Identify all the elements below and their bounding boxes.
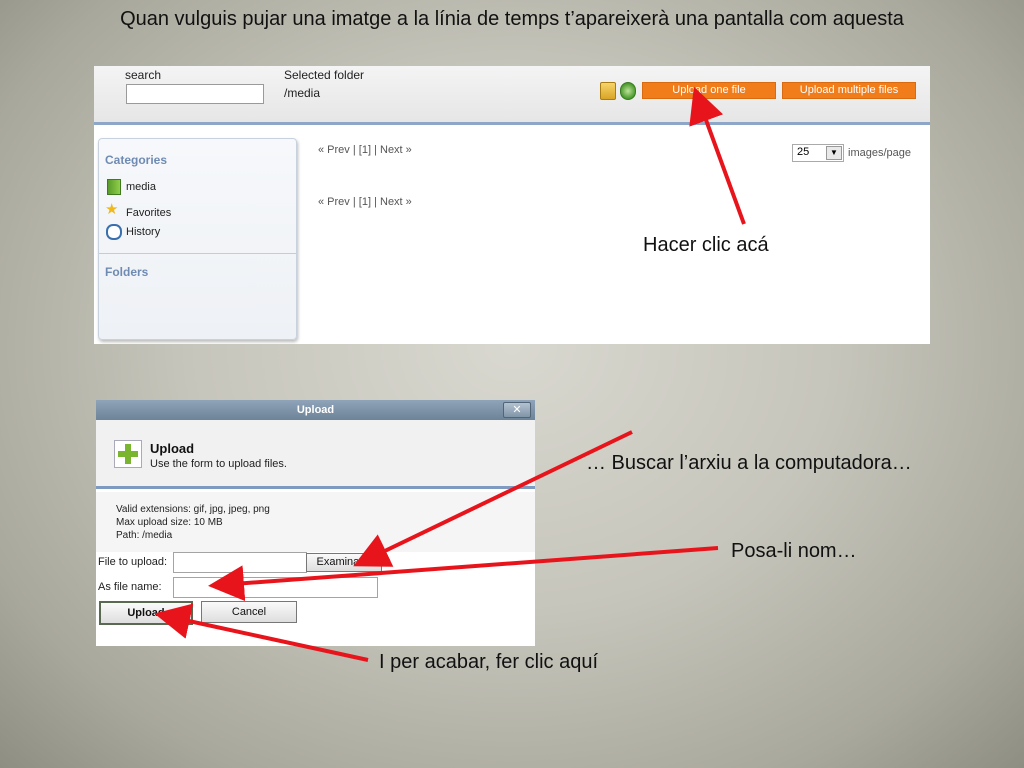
annotation-arrows [154, 86, 746, 662]
arrow-to-file-name [208, 546, 719, 602]
arrow-to-upload-submit [154, 603, 369, 662]
arrow-to-upload-button [689, 86, 746, 225]
arrow-to-browse-button [353, 430, 633, 567]
